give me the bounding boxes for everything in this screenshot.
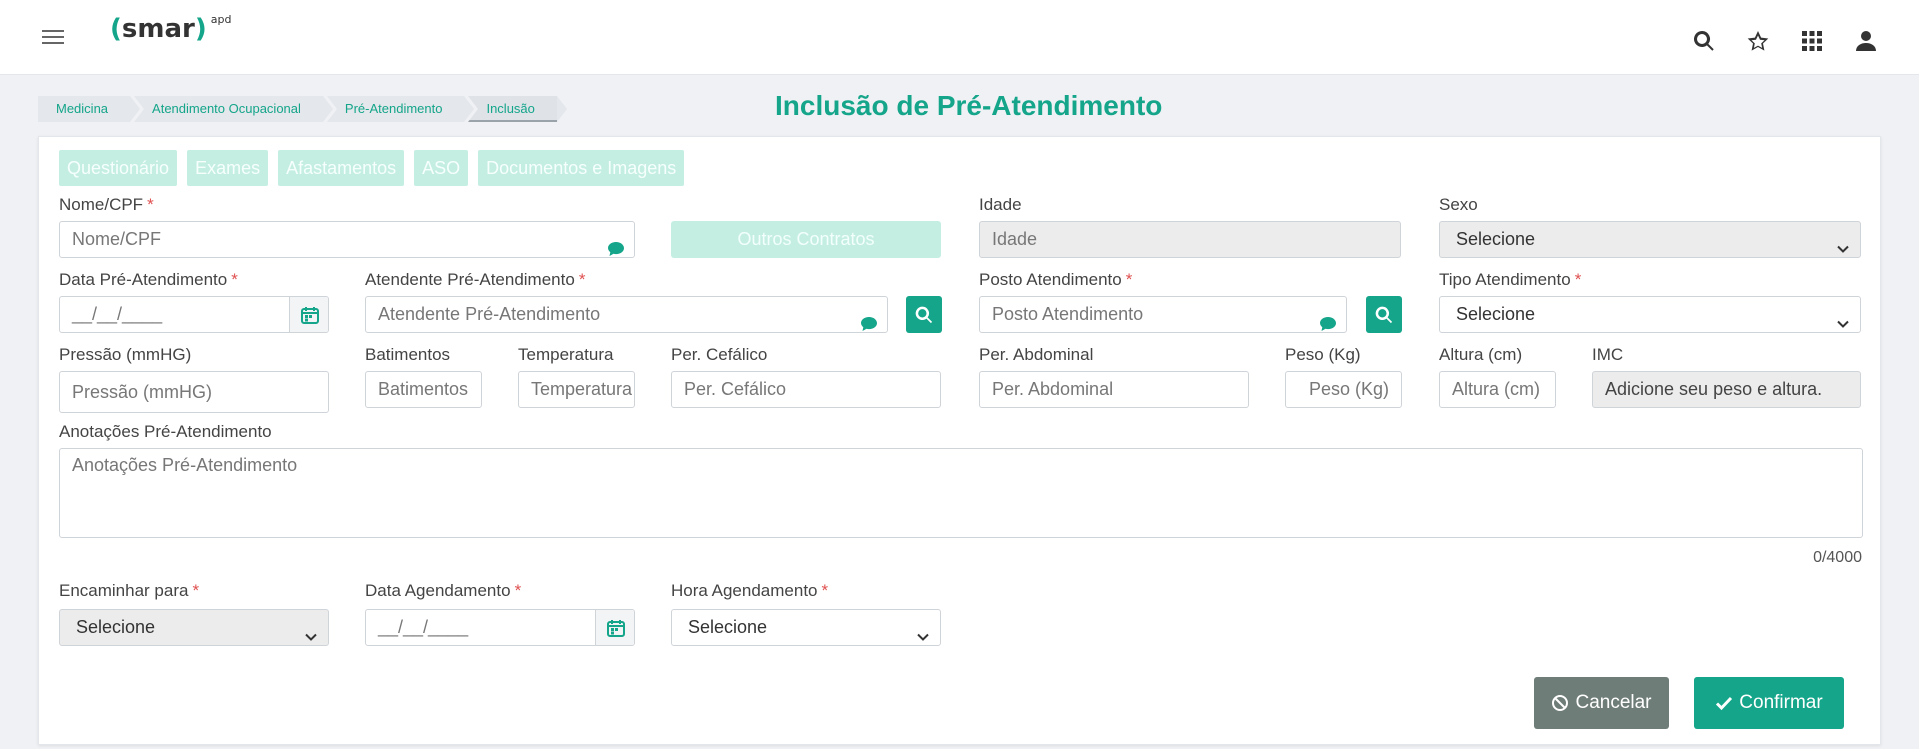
tab-exames[interactable]: Exames: [187, 150, 269, 186]
peso-input[interactable]: Peso (Kg): [1285, 371, 1402, 408]
breadcrumb-item-pre-atendimento[interactable]: Pré-Atendimento: [326, 96, 475, 122]
search-icon: [915, 306, 933, 323]
chevron-down-icon: [304, 621, 318, 641]
user-icon[interactable]: [1839, 28, 1893, 54]
breadcrumb: Medicina Atendimento Ocupacional Pré-Ate…: [38, 96, 568, 122]
tipo-atendimento-select[interactable]: Selecione: [1439, 296, 1861, 333]
search-icon: [1375, 306, 1393, 323]
search-icon[interactable]: [1677, 28, 1731, 54]
hora-agendamento-select[interactable]: Selecione: [671, 609, 941, 646]
outros-contratos-button[interactable]: Outros Contratos: [671, 221, 941, 258]
top-icons: [1677, 28, 1893, 54]
posto-input[interactable]: Posto Atendimento: [979, 296, 1347, 333]
breadcrumb-item-inclusao[interactable]: Inclusão: [468, 96, 568, 122]
peso-label: Peso (Kg): [1285, 345, 1361, 364]
chevron-down-icon: [1836, 308, 1850, 328]
pressao-input[interactable]: Pressão (mmHG): [59, 371, 329, 413]
char-counter: 0/4000: [1813, 549, 1862, 566]
cefalico-label: Per. Cefálico: [671, 345, 768, 364]
abdominal-label: Per. Abdominal: [979, 345, 1094, 364]
hora-agendamento-label: Hora Agendamento *: [671, 581, 829, 600]
temperatura-label: Temperatura: [518, 345, 614, 364]
breadcrumb-item-medicina[interactable]: Medicina: [38, 96, 141, 122]
data-agendamento-label: Data Agendamento *: [365, 581, 522, 600]
chat-icon: [861, 308, 877, 331]
confirm-button[interactable]: Confirmar: [1694, 677, 1844, 729]
logo: (smar) apd: [110, 13, 232, 44]
menu-icon[interactable]: [42, 28, 66, 46]
nome-cpf-input[interactable]: Nome/CPF: [59, 221, 635, 258]
idade-label: Idade: [979, 195, 1022, 214]
apps-grid-icon[interactable]: [1785, 28, 1839, 54]
encaminhar-select[interactable]: Selecione: [59, 609, 329, 646]
tab-bar: Questionário Exames Afastamentos ASO Doc…: [59, 150, 685, 186]
idade-input[interactable]: Idade: [979, 221, 1401, 258]
chevron-down-icon: [1836, 233, 1850, 253]
breadcrumb-item-atendimento-ocupacional[interactable]: Atendimento Ocupacional: [134, 96, 333, 122]
tab-questionario[interactable]: Questionário: [59, 150, 178, 186]
sexo-select[interactable]: Selecione: [1439, 221, 1861, 258]
cefalico-input[interactable]: Per. Cefálico: [671, 371, 941, 408]
tab-afastamentos[interactable]: Afastamentos: [278, 150, 405, 186]
batimentos-input[interactable]: Batimentos: [365, 371, 482, 408]
anotacoes-textarea[interactable]: Anotações Pré-Atendimento: [59, 448, 1863, 538]
imc-output: Adicione seu peso e altura.: [1592, 371, 1861, 408]
top-bar: (smar) apd: [0, 0, 1919, 75]
tab-aso[interactable]: ASO: [414, 150, 469, 186]
pressao-label: Pressão (mmHG): [59, 345, 192, 364]
calendar-icon[interactable]: [289, 297, 328, 332]
sexo-label: Sexo: [1439, 195, 1478, 214]
page-title: Inclusão de Pré-Atendimento: [775, 90, 1163, 121]
check-icon: [1716, 696, 1733, 711]
data-agendamento-input[interactable]: __/__/____: [365, 609, 635, 646]
calendar-icon[interactable]: [595, 610, 634, 645]
ban-icon: [1552, 695, 1569, 711]
encaminhar-label: Encaminhar para *: [59, 581, 200, 600]
tab-documentos-imagens[interactable]: Documentos e Imagens: [478, 150, 685, 186]
chat-icon: [1320, 308, 1336, 331]
nome-cpf-label: Nome/CPF *: [59, 195, 154, 214]
cancel-button[interactable]: Cancelar: [1534, 677, 1669, 729]
batimentos-label: Batimentos: [365, 345, 451, 364]
chevron-down-icon: [916, 621, 930, 641]
posto-label: Posto Atendimento *: [979, 270, 1133, 289]
chat-icon: [608, 233, 624, 256]
atendente-label: Atendente Pré-Atendimento *: [365, 270, 586, 289]
altura-input[interactable]: Altura (cm): [1439, 371, 1556, 408]
abdominal-input[interactable]: Per. Abdominal: [979, 371, 1249, 408]
atendente-input[interactable]: Atendente Pré-Atendimento: [365, 296, 888, 333]
imc-label: IMC: [1592, 345, 1624, 364]
star-icon[interactable]: [1731, 28, 1785, 54]
data-pre-atendimento-input[interactable]: __/__/____: [59, 296, 329, 333]
atendente-search-button[interactable]: [906, 296, 942, 333]
posto-search-button[interactable]: [1366, 296, 1402, 333]
altura-label: Altura (cm): [1439, 345, 1523, 364]
anotacoes-label: Anotações Pré-Atendimento: [59, 422, 272, 441]
data-pre-atendimento-label: Data Pré-Atendimento *: [59, 270, 238, 289]
form-card: Questionário Exames Afastamentos ASO Doc…: [38, 136, 1881, 745]
tipo-atendimento-label: Tipo Atendimento *: [1439, 270, 1582, 289]
temperatura-input[interactable]: Temperatura: [518, 371, 635, 408]
